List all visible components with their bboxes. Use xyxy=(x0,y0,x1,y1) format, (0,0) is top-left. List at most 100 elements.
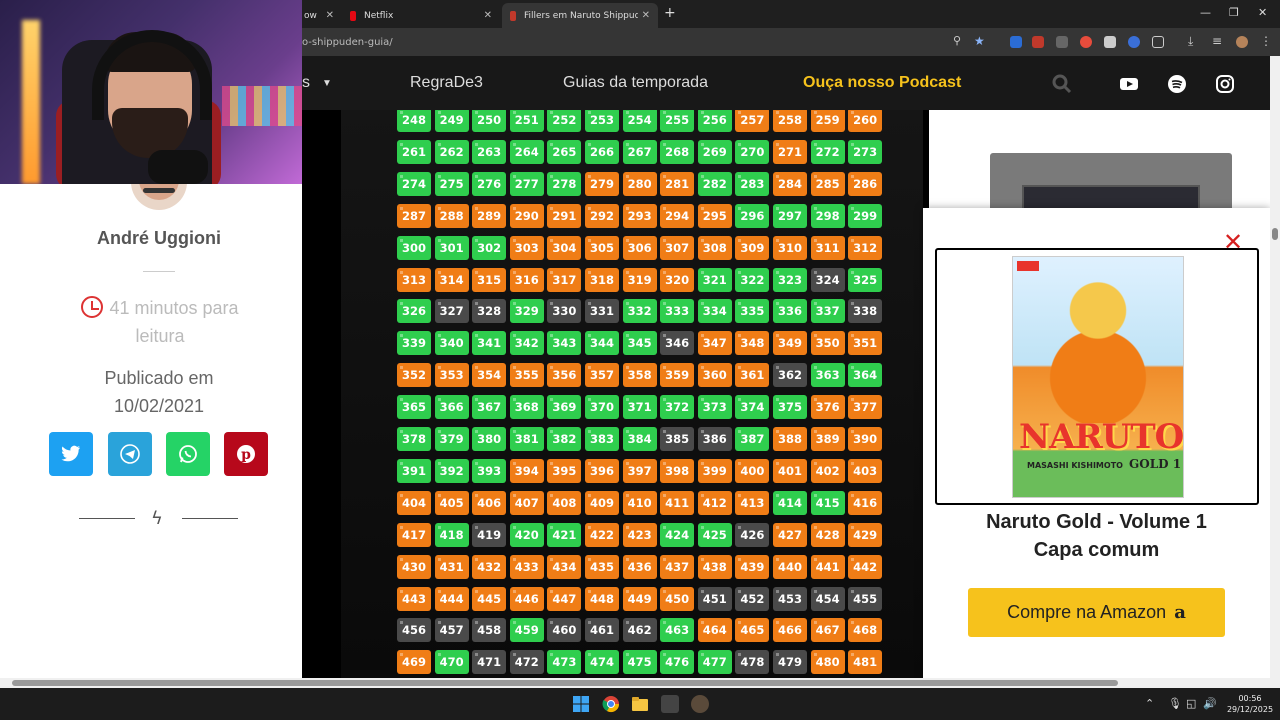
episode-cell: 415 xyxy=(810,490,845,515)
close-tab-icon[interactable]: ✕ xyxy=(484,10,492,21)
file-explorer-icon[interactable] xyxy=(631,695,649,713)
extension-icon[interactable] xyxy=(1080,36,1092,48)
episode-cell: 455 xyxy=(848,586,883,611)
episode-cell: 446 xyxy=(509,586,544,611)
tray-chevron-icon[interactable]: ⌃ xyxy=(1145,697,1154,710)
nav-item-guias[interactable]: Guias da temporada xyxy=(563,74,708,92)
scroll-thumb[interactable] xyxy=(1272,228,1278,240)
episode-cell: 342 xyxy=(509,331,544,356)
episode-cell: 435 xyxy=(585,554,619,579)
episode-cell: 438 xyxy=(697,554,732,579)
episode-cell: 408 xyxy=(547,490,582,515)
book-title[interactable]: Naruto Gold - Volume 1 Capa comum xyxy=(923,508,1270,564)
episode-cell: 473 xyxy=(547,650,582,675)
share-whatsapp-button[interactable] xyxy=(166,432,210,476)
extension-icon[interactable] xyxy=(1032,36,1044,48)
read-time-text: 41 minutos para leitura xyxy=(109,298,239,346)
windows-start-icon[interactable] xyxy=(572,695,590,713)
episode-cell: 394 xyxy=(509,458,544,483)
episode-cell: 387 xyxy=(735,427,770,451)
close-tab-icon[interactable]: ✕ xyxy=(326,10,334,21)
author-name[interactable]: André Uggioni xyxy=(0,228,318,249)
microphone-icon[interactable]: 🎙 xyxy=(1168,697,1182,710)
instagram-icon[interactable] xyxy=(1215,74,1235,94)
episode-cell: 293 xyxy=(622,203,657,228)
tab-fillers[interactable]: Fillers em Naruto Shippuden: su ✕ xyxy=(502,3,658,28)
extensions-puzzle-icon[interactable] xyxy=(1152,36,1164,48)
episode-cell: 323 xyxy=(773,267,807,292)
episode-cell: 322 xyxy=(735,267,770,292)
episode-cell: 355 xyxy=(509,363,544,388)
restore-icon[interactable]: ❐ xyxy=(1229,6,1239,19)
episode-cell: 330 xyxy=(547,299,582,324)
read-time: 41 minutos para leitura xyxy=(60,294,260,350)
nav-item-regrade3[interactable]: RegraDe3 xyxy=(410,74,483,92)
zoom-icon[interactable]: ⚲ xyxy=(953,34,965,47)
network-icon[interactable]: ◱ xyxy=(1186,697,1196,710)
chrome-icon[interactable] xyxy=(602,695,620,713)
episode-cell: 257 xyxy=(735,110,770,132)
episode-cell: 284 xyxy=(773,171,807,196)
pinterest-icon: p xyxy=(237,445,255,463)
episode-cell: 461 xyxy=(585,618,619,643)
episode-cell: 282 xyxy=(697,171,732,196)
minimize-icon[interactable]: — xyxy=(1200,6,1211,19)
bookmark-star-icon[interactable]: ★ xyxy=(974,34,986,48)
tab-ow[interactable]: ow ✕ xyxy=(296,3,342,28)
episode-cell: 421 xyxy=(547,522,582,547)
published-date: 10/02/2021 xyxy=(113,396,205,416)
download-icon[interactable]: ⤓ xyxy=(1188,34,1200,48)
media-icon[interactable]: ≡ xyxy=(1212,34,1224,48)
episode-cell: 444 xyxy=(434,586,469,611)
spotify-icon[interactable] xyxy=(1167,74,1187,94)
episode-cell: 417 xyxy=(397,522,431,547)
episode-cell: 346 xyxy=(660,331,695,356)
app-icon[interactable] xyxy=(691,695,709,713)
episode-cell: 359 xyxy=(660,363,695,388)
new-tab-icon[interactable]: + xyxy=(664,5,676,21)
extension-icon[interactable] xyxy=(1010,36,1022,48)
episode-cell: 320 xyxy=(660,267,695,292)
sidebar-image xyxy=(990,153,1232,213)
close-tab-icon[interactable]: ✕ xyxy=(642,10,650,21)
episode-cell: 298 xyxy=(810,203,845,228)
youtube-icon[interactable] xyxy=(1119,74,1139,94)
episode-cell: 391 xyxy=(397,458,431,483)
extension-icon[interactable] xyxy=(1104,36,1116,48)
extension-icon[interactable] xyxy=(1128,36,1140,48)
episode-cell: 378 xyxy=(397,427,431,451)
episode-cell: 365 xyxy=(397,395,431,420)
profile-avatar[interactable] xyxy=(1236,36,1248,48)
episode-cell: 468 xyxy=(848,618,883,643)
search-icon[interactable] xyxy=(1052,74,1072,94)
buy-amazon-button[interactable]: Compre na Amazon a xyxy=(968,588,1225,637)
scroll-thumb[interactable] xyxy=(12,680,1118,686)
app-icon[interactable] xyxy=(661,695,679,713)
volume-icon[interactable]: 🔊 xyxy=(1203,697,1217,710)
vertical-scrollbar[interactable] xyxy=(1270,56,1280,678)
system-clock[interactable]: 00:56 29/12/2025 xyxy=(1224,693,1276,715)
menu-dots-icon[interactable]: ⋮ xyxy=(1260,34,1272,48)
nav-item-partial[interactable]: s xyxy=(302,74,310,92)
share-twitter-button[interactable] xyxy=(49,432,93,476)
horizontal-scrollbar[interactable] xyxy=(0,678,1280,688)
episode-cell: 374 xyxy=(735,395,770,420)
episode-cell: 398 xyxy=(660,458,695,483)
chevron-down-icon[interactable]: ▼ xyxy=(322,78,332,89)
url-text[interactable]: o-shippuden-guia/ xyxy=(302,37,393,48)
extension-icon[interactable] xyxy=(1056,36,1068,48)
episode-cell: 308 xyxy=(697,235,732,260)
episode-cell: 416 xyxy=(848,490,883,515)
share-pinterest-button[interactable]: p xyxy=(224,432,268,476)
episode-cell: 363 xyxy=(810,363,845,388)
book-image-frame[interactable]: NARUTO MASASHI KISHIMOTO GOLD 1 xyxy=(935,248,1259,505)
episode-cell: 364 xyxy=(848,363,883,388)
site-favicon-icon xyxy=(510,10,516,21)
close-window-icon[interactable]: ✕ xyxy=(1258,6,1267,19)
episode-cell: 326 xyxy=(397,299,431,324)
clock-date: 29/12/2025 xyxy=(1226,705,1274,714)
episode-cell: 412 xyxy=(697,490,732,515)
share-telegram-button[interactable] xyxy=(108,432,152,476)
tab-netflix[interactable]: Netflix ✕ xyxy=(342,3,500,28)
nav-item-podcast[interactable]: Ouça nosso Podcast xyxy=(803,74,961,92)
